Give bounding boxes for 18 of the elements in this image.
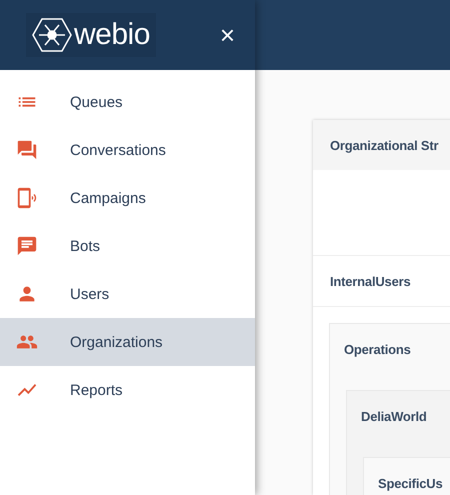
hexagon-logo-icon <box>32 17 72 53</box>
panel-title: Organizational Str <box>330 138 438 152</box>
nav-item[interactable]: Reports <box>0 366 255 414</box>
nav-item[interactable]: Queues <box>0 78 255 126</box>
message-icon <box>16 235 38 257</box>
logo-text: webio <box>74 18 150 52</box>
nav-item[interactable]: Campaigns <box>0 174 255 222</box>
chat-bubbles-icon <box>16 139 38 161</box>
node-title: SpecificUs <box>378 476 442 490</box>
close-button[interactable]: × <box>220 22 235 48</box>
phone-ringing-icon <box>16 187 38 209</box>
node-title: DeliaWorld <box>361 408 427 424</box>
nav-item[interactable]: Users <box>0 270 255 318</box>
nav-item[interactable]: Bots <box>0 222 255 270</box>
root-node-title: InternalUsers <box>330 274 410 288</box>
nav-item[interactable]: Conversations <box>0 126 255 174</box>
node-title: Operations <box>344 342 411 356</box>
nav-item[interactable]: Organizations <box>0 318 255 366</box>
